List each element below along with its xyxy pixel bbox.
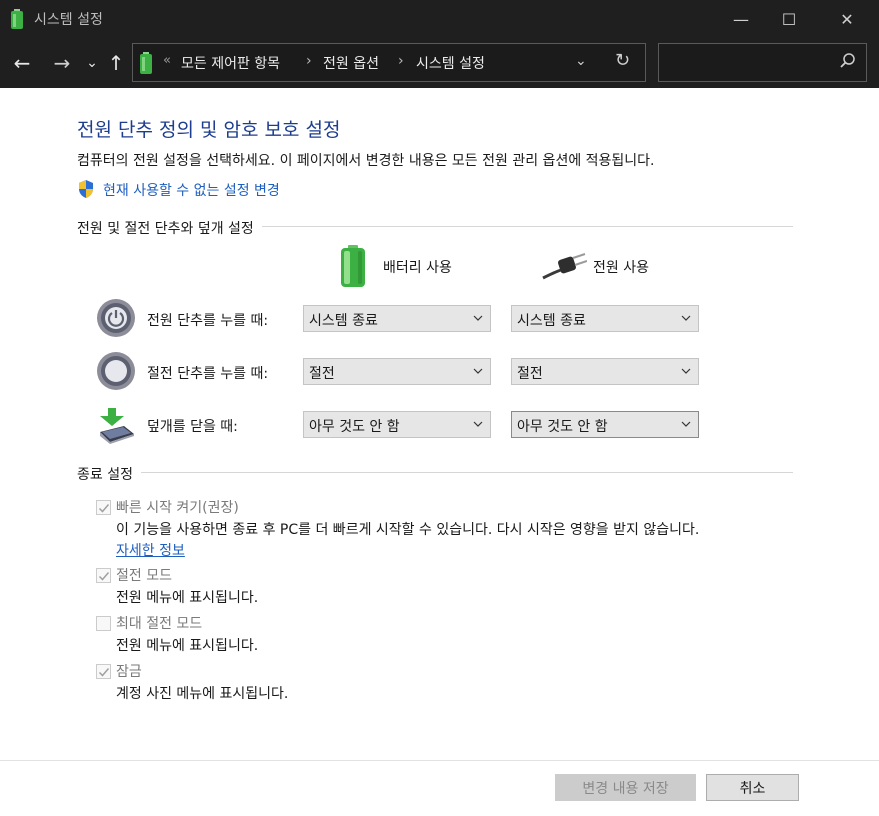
shutdown-section-title: 종료 설정 (77, 464, 141, 484)
battery-column-header: 배터리 사용 (383, 260, 452, 276)
fast-startup-description: 이 기능을 사용하면 종료 후 PC를 더 빠르게 시작할 수 있습니다. 다시… (116, 522, 700, 538)
sleep-button-icon (97, 352, 135, 390)
up-arrow-icon: ↑ (107, 51, 125, 75)
minimize-icon: — (733, 9, 749, 29)
battery-icon (341, 245, 365, 287)
select-value: 절전 (309, 366, 335, 382)
close-icon: ✕ (840, 9, 854, 29)
battery-location-icon (140, 52, 152, 74)
up-button[interactable]: ↑ (104, 50, 128, 76)
power-plug-icon (542, 253, 587, 280)
chevron-down-icon (473, 315, 483, 321)
fast-startup-label: 빠른 시작 켜기(권장) (116, 500, 239, 516)
laptop-lid-icon (100, 408, 134, 444)
section-divider (77, 472, 793, 473)
power-button-plugged-select[interactable]: 시스템 종료 (511, 305, 699, 332)
plugged-in-column-header: 전원 사용 (593, 260, 649, 276)
hibernate-description: 전원 메뉴에 표시됩니다. (116, 638, 259, 654)
footer-divider (0, 760, 879, 761)
chevron-down-icon (681, 368, 691, 374)
sleep-mode-description: 전원 메뉴에 표시됩니다. (116, 590, 259, 606)
select-value: 아무 것도 안 함 (309, 419, 400, 435)
select-value: 시스템 종료 (309, 313, 378, 329)
page-description: 컴퓨터의 전원 설정을 선택하세요. 이 페이지에서 변경한 내용은 모든 전원… (77, 153, 655, 169)
title-bar: 시스템 설정 — ☐ ✕ (0, 0, 879, 38)
lock-checkbox[interactable] (96, 664, 111, 679)
more-info-link[interactable]: 자세한 정보 (116, 540, 185, 560)
chevron-down-icon (681, 421, 691, 427)
save-changes-button[interactable]: 변경 내용 저장 (555, 774, 696, 801)
sleep-button-label: 절전 단추를 누를 때: (147, 366, 269, 382)
sleep-mode-checkbox[interactable] (96, 568, 111, 583)
power-button-label: 전원 단추를 누를 때: (147, 313, 269, 329)
breadcrumb-power-options[interactable]: 전원 옵션 (323, 53, 379, 73)
battery-app-icon (11, 9, 23, 29)
maximize-button[interactable]: ☐ (766, 0, 812, 38)
back-button[interactable]: ← (10, 50, 34, 76)
close-button[interactable]: ✕ (824, 0, 870, 38)
lock-description: 계정 사진 메뉴에 표시됩니다. (116, 686, 289, 702)
page-title: 전원 단추 정의 및 암호 보호 설정 (77, 119, 341, 141)
sleep-mode-label: 절전 모드 (116, 568, 172, 584)
breadcrumb-overflow[interactable]: « (163, 53, 171, 68)
change-unavailable-settings-link[interactable]: 현재 사용할 수 없는 설정 변경 (103, 180, 280, 200)
sleep-button-plugged-select[interactable]: 절전 (511, 358, 699, 385)
address-dropdown-icon[interactable]: ⌄ (575, 53, 587, 69)
power-button-battery-select[interactable]: 시스템 종료 (303, 305, 491, 332)
forward-arrow-icon: → (53, 51, 71, 75)
chevron-down-icon (681, 315, 691, 321)
breadcrumb-system-settings[interactable]: 시스템 설정 (416, 53, 485, 73)
uac-shield-icon (79, 180, 93, 198)
select-value: 절전 (517, 366, 543, 382)
checkmark-icon (98, 668, 110, 677)
lid-close-plugged-select[interactable]: 아무 것도 안 함 (511, 411, 699, 438)
chevron-down-icon: ⌄ (86, 55, 98, 71)
select-value: 아무 것도 안 함 (517, 419, 608, 435)
back-arrow-icon: ← (13, 51, 31, 75)
address-bar[interactable]: « 모든 제어판 항목 › 전원 옵션 › 시스템 설정 ⌄ ↻ (132, 43, 646, 82)
sleep-button-battery-select[interactable]: 절전 (303, 358, 491, 385)
cancel-button[interactable]: 취소 (706, 774, 799, 801)
select-value: 시스템 종료 (517, 313, 586, 329)
lid-close-battery-select[interactable]: 아무 것도 안 함 (303, 411, 491, 438)
breadcrumb-all-control-panel-items[interactable]: 모든 제어판 항목 (181, 53, 280, 73)
search-input[interactable] (658, 43, 867, 82)
minimize-button[interactable]: — (718, 0, 764, 38)
chevron-down-icon (473, 368, 483, 374)
maximize-icon: ☐ (781, 9, 797, 29)
recent-locations-button[interactable]: ⌄ (80, 50, 104, 76)
buttons-section-title: 전원 및 절전 단추와 덮개 설정 (77, 218, 262, 238)
breadcrumb-separator[interactable]: › (306, 53, 312, 69)
chevron-down-icon (473, 421, 483, 427)
navigation-bar: ← → ⌄ ↑ « 모든 제어판 항목 › 전원 옵션 › 시스템 설정 ⌄ ↻ (0, 38, 879, 88)
hibernate-label: 최대 절전 모드 (116, 616, 203, 632)
search-icon (840, 53, 855, 68)
power-button-icon (97, 299, 135, 337)
forward-button[interactable]: → (50, 50, 74, 76)
lid-close-label: 덮개를 닫을 때: (147, 419, 238, 435)
window-title: 시스템 설정 (34, 12, 103, 28)
refresh-icon[interactable]: ↻ (615, 50, 630, 71)
checkmark-icon (98, 504, 110, 513)
checkmark-icon (98, 572, 110, 581)
breadcrumb-separator[interactable]: › (398, 53, 404, 69)
fast-startup-checkbox[interactable] (96, 500, 111, 515)
hibernate-checkbox[interactable] (96, 616, 111, 631)
lock-label: 잠금 (116, 664, 142, 680)
